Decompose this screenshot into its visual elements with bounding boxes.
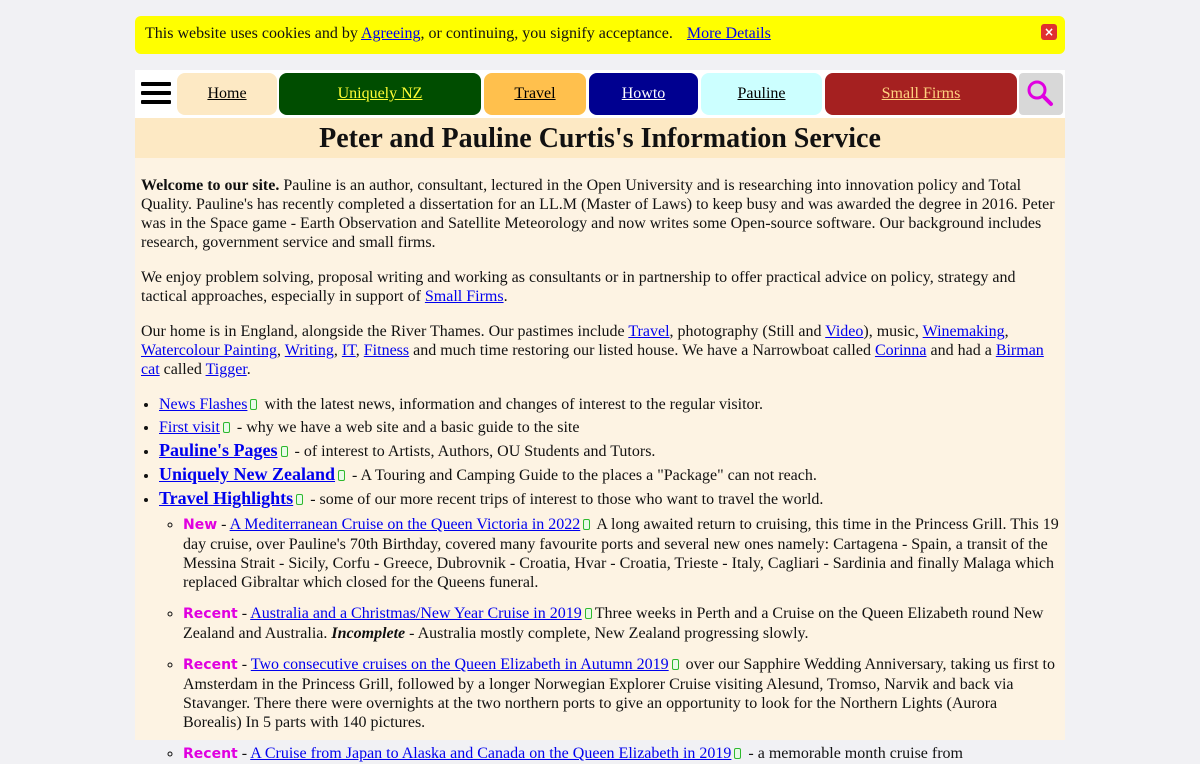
trip-link[interactable]: Australia and a Christmas/New Year Cruis… [250,605,582,622]
main-content: Welcome to our site. Pauline is an autho… [135,158,1065,762]
welcome-heading: Welcome to our site. [141,177,280,194]
trip-item: Recent - Two consecutive cruises on the … [183,655,1059,732]
services-paragraph: We enjoy problem solving, proposal writi… [141,269,1016,305]
trips-list: New - A Mediterranean Cruise on the Quee… [159,515,1059,764]
watercolour-link[interactable]: Watercolour Painting [141,342,277,359]
cookie-agree-link[interactable]: Agreeing [361,25,421,42]
tigger-link[interactable]: Tigger [206,361,247,378]
mobile-phone-icon [734,748,742,759]
mobile-phone-icon [671,659,679,670]
recent-badge: Recent [183,606,238,622]
trip-item: Recent - Australia and a Christmas/New Y… [183,604,1059,643]
list-item: Travel Highlights - some of our more rec… [159,489,1059,764]
trip-item: New - A Mediterranean Cruise on the Quee… [183,515,1059,592]
mobile-phone-icon [583,519,591,530]
nav-pauline[interactable]: Pauline [701,73,822,115]
nav-small-firms[interactable]: Small Firms [825,73,1017,115]
it-link[interactable]: IT [342,342,356,359]
list-item: Pauline's Pages - of interest to Artists… [159,441,1059,461]
site-sections-list: News Flashes with the latest news, infor… [141,395,1059,764]
small-firms-link[interactable]: Small Firms [425,288,504,305]
uniquely-new-zealand-link[interactable]: Uniquely New Zealand [159,464,335,484]
cookie-text-after: , or continuing, you signify acceptance. [420,25,673,42]
search-icon [1027,80,1053,106]
list-item: News Flashes with the latest news, infor… [159,395,1059,414]
trip-link[interactable]: Two consecutive cruises on the Queen Eli… [251,656,669,673]
trip-link[interactable]: A Cruise from Japan to Alaska and Canada… [250,745,731,762]
news-flashes-link[interactable]: News Flashes [159,396,247,413]
new-badge: New [183,517,218,533]
mobile-phone-icon [222,422,230,433]
fitness-link[interactable]: Fitness [364,342,409,359]
recent-badge: Recent [183,657,238,673]
trip-link[interactable]: A Mediterranean Cruise on the Queen Vict… [230,516,581,533]
winemaking-link[interactable]: Winemaking [923,323,1005,340]
cookie-text: This website uses cookies and by [145,25,361,42]
list-item: Uniquely New Zealand - A Touring and Cam… [159,465,1059,485]
cookie-banner: This website uses cookies and by Agreein… [135,16,1065,54]
nav-howto[interactable]: Howto [589,73,698,115]
nav-travel[interactable]: Travel [484,73,586,115]
mobile-phone-icon [296,494,304,505]
hamburger-menu-icon[interactable] [141,82,171,106]
mobile-phone-icon [338,470,346,481]
travel-highlights-link[interactable]: Travel Highlights [159,488,293,508]
recent-badge: Recent [183,746,238,762]
trip-item: Recent - A Cruise from Japan to Alaska a… [183,744,1059,764]
first-visit-link[interactable]: First visit [159,419,220,436]
corinna-link[interactable]: Corinna [875,342,927,359]
mobile-phone-icon [250,399,258,410]
search-button[interactable] [1019,73,1063,115]
travel-link[interactable]: Travel [628,323,669,340]
main-nav: Home Uniquely NZ Travel Howto Pauline Sm… [135,70,1065,118]
intro-paragraph: Welcome to our site. Pauline is an autho… [141,177,1055,251]
nav-home[interactable]: Home [177,73,277,115]
video-link[interactable]: Video [825,323,863,340]
close-icon[interactable]: × [1041,24,1057,40]
cookie-more-details-link[interactable]: More Details [687,25,771,42]
home-paragraph: Our home is in England, alongside the Ri… [141,323,1044,378]
paulines-pages-link[interactable]: Pauline's Pages [159,440,278,460]
page-title: Peter and Pauline Curtis's Information S… [135,118,1065,158]
writing-link[interactable]: Writing [285,342,334,359]
mobile-phone-icon [280,446,288,457]
nav-uniquely-nz[interactable]: Uniquely NZ [279,73,481,115]
mobile-phone-icon [584,608,592,619]
list-item: First visit - why we have a web site and… [159,418,1059,437]
